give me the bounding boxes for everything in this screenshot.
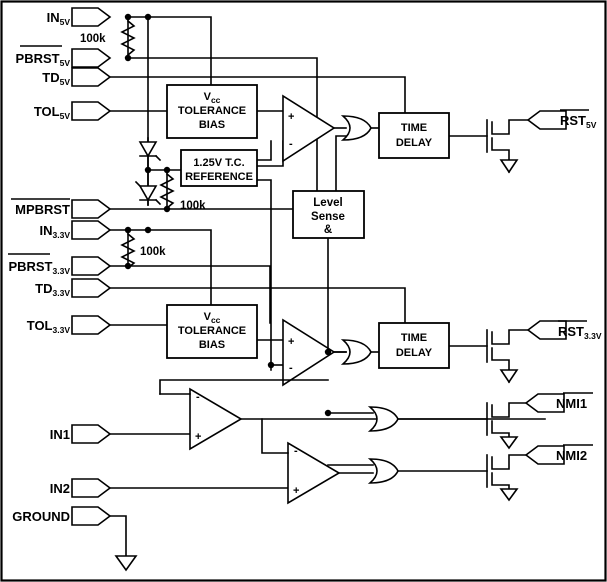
label-level-sense-line1: Level [313, 197, 342, 209]
label-mpbrst: MPBRST [15, 202, 70, 217]
label-time-delay-33v-line2: DELAY [396, 347, 433, 359]
label-in33v: IN3.3V [40, 223, 71, 240]
label-tolerance-bias-33v-line3: BIAS [199, 339, 225, 351]
sign-compin1-plus: + [195, 431, 201, 443]
circuit-diagram-svg: IN5V PBRST5V TD5V TOL5V MPBRST IN3.3V PB… [0, 0, 607, 582]
label-nmi2: NMI2 [556, 448, 587, 463]
pin-in1[interactable] [71, 424, 111, 444]
sign-compin1-minus: - [196, 391, 200, 403]
pin-in2[interactable] [71, 478, 111, 498]
label-reference-line1: 1.25V T.C. [193, 157, 244, 169]
label-tol33v: TOL3.3V [27, 318, 71, 335]
pin-in5v[interactable] [71, 7, 111, 27]
label-in1: IN1 [50, 427, 70, 442]
label-ground: GROUND [12, 509, 70, 524]
label-rst5v: RST5V [560, 113, 597, 130]
label-pbrst33v: PBRST3.3V [8, 259, 70, 276]
label-pbrst5v: PBRST5V [16, 51, 71, 68]
pin-ground[interactable] [71, 506, 111, 526]
label-resistor-1: 100k [80, 33, 106, 45]
output-labels: RST5V RST3.3V NMI1 NMI2 [556, 109, 602, 463]
sign-comp5v-plus: + [288, 111, 294, 123]
pin-in33v[interactable] [71, 220, 111, 240]
label-rst33v: RST3.3V [558, 324, 602, 341]
pin-td5v[interactable] [71, 67, 111, 87]
label-tolerance-bias-5v-line3: BIAS [199, 119, 225, 131]
sign-compin2-minus: - [294, 445, 298, 457]
label-in5v: IN5V [47, 10, 71, 27]
block-time-delay-5v [378, 112, 450, 159]
block-diagram-canvas: IN5V PBRST5V TD5V TOL5V MPBRST IN3.3V PB… [0, 0, 607, 582]
label-level-sense-line3: & [324, 224, 332, 236]
pin-pbrst33v[interactable] [71, 256, 111, 276]
pin-tol33v[interactable] [71, 315, 111, 335]
label-resistor-3: 100k [140, 246, 166, 258]
pin-pbrst5v[interactable] [71, 48, 111, 68]
label-tolerance-bias-33v-line2: TOLERANCE [178, 325, 246, 337]
pin-td33v[interactable] [71, 278, 111, 298]
label-resistor-2: 100k [180, 200, 206, 212]
label-tolerance-bias-5v-line2: TOLERANCE [178, 105, 246, 117]
label-time-delay-5v-line2: DELAY [396, 137, 433, 149]
pin-mpbrst[interactable] [71, 199, 111, 219]
label-time-delay-5v-line1: TIME [401, 122, 427, 134]
sign-compin2-plus: + [293, 485, 299, 497]
label-reference-line2: REFERENCE [185, 171, 253, 183]
pin-tol5v[interactable] [71, 101, 111, 121]
sign-comp33v-plus: + [288, 336, 294, 348]
sign-comp33v-minus: - [289, 362, 293, 374]
block-time-delay-33v [378, 322, 450, 369]
label-time-delay-33v-line1: TIME [401, 332, 427, 344]
input-pins [71, 7, 111, 526]
label-nmi1: NMI1 [556, 396, 587, 411]
label-in2: IN2 [50, 481, 70, 496]
sign-comp5v-minus: - [289, 138, 293, 150]
label-td33v: TD3.3V [35, 281, 70, 298]
input-labels: IN5V PBRST5V TD5V TOL5V MPBRST IN3.3V PB… [8, 10, 70, 524]
label-tol5v: TOL5V [34, 104, 70, 121]
label-level-sense-line2: Sense [311, 211, 345, 223]
label-td5v: TD5V [42, 70, 70, 87]
